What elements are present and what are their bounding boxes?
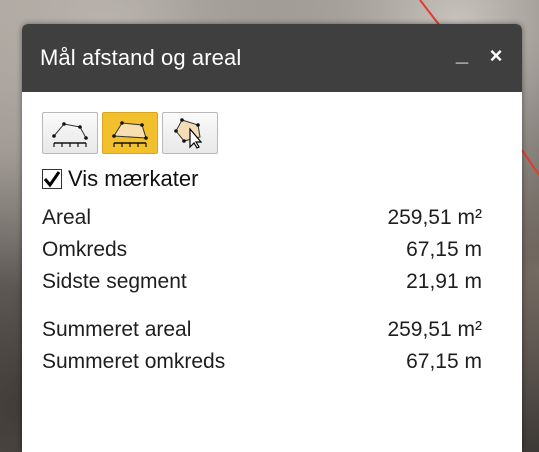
last-segment-row: Sidste segment 21,91 m (42, 266, 482, 298)
measure-panel: Mål afstand og areal _ × Vis mærkater Ar… (22, 24, 522, 452)
measure-area-icon (112, 121, 148, 147)
area-value: 259,51 m² (387, 206, 482, 229)
last-segment-label: Sidste segment (42, 270, 187, 293)
distance-tool-button[interactable] (42, 112, 98, 154)
total-area-value: 259,51 m² (387, 318, 482, 341)
checkmark-icon (43, 171, 61, 188)
last-segment-value: 21,91 m (406, 270, 482, 293)
select-tool-button[interactable] (162, 112, 218, 154)
panel-title: Mål afstand og areal (40, 45, 242, 70)
total-perimeter-label: Summeret omkreds (42, 350, 226, 373)
perimeter-row: Omkreds 67,15 m (42, 234, 482, 266)
total-area-row: Summeret areal 259,51 m² (42, 314, 482, 346)
area-label: Areal (42, 206, 92, 229)
labels-checkbox[interactable] (42, 169, 62, 189)
total-perimeter-value: 67,15 m (406, 350, 482, 373)
close-icon: × (489, 43, 503, 68)
select-area-cursor-icon (174, 118, 203, 149)
area-tool-button[interactable] (102, 112, 158, 154)
total-perimeter-row: Summeret omkreds 67,15 m (42, 346, 482, 378)
perimeter-value: 67,15 m (406, 238, 482, 261)
panel-titlebar[interactable]: Mål afstand og areal _ × (22, 24, 522, 92)
perimeter-label: Omkreds (42, 238, 128, 261)
measurement-results: Areal 259,51 m² Omkreds 67,15 m Sidste s… (42, 202, 482, 378)
close-button[interactable]: × (484, 42, 508, 70)
labels-checkbox-label[interactable]: Vis mærkater (68, 166, 198, 192)
total-area-label: Summeret areal (42, 318, 192, 341)
tool-bar (22, 92, 522, 154)
minimize-icon: _ (455, 41, 469, 66)
minimize-button[interactable]: _ (450, 41, 474, 70)
area-row: Areal 259,51 m² (42, 202, 482, 234)
measure-line-icon (52, 122, 88, 147)
